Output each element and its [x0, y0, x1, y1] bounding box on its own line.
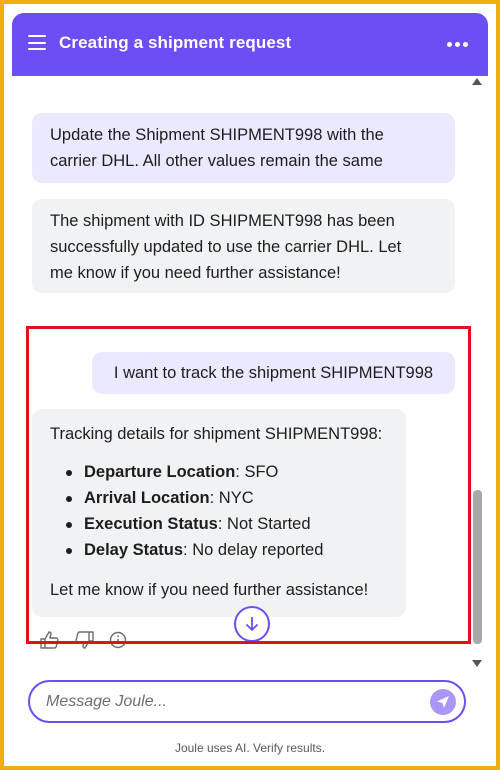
- message-line: successfully updated to use the carrier …: [50, 238, 402, 256]
- message-input[interactable]: [46, 692, 416, 712]
- send-icon: [437, 696, 449, 708]
- message-line: The shipment with ID SHIPMENT998 has bee…: [50, 212, 395, 230]
- header-title: Creating a shipment request: [59, 33, 292, 52]
- message-line: Update the Shipment SHIPMENT998 with the: [50, 126, 384, 144]
- joule-window: Creating a shipment request Update the S…: [4, 4, 496, 766]
- header: Creating a shipment request: [12, 13, 488, 76]
- highlight-box: [26, 326, 471, 644]
- scrollbar-thumb[interactable]: [473, 490, 482, 644]
- ai-disclaimer: Joule uses AI. Verify results.: [174, 741, 326, 755]
- message-line: me know if you need further assistance!: [50, 264, 341, 282]
- menu-icon[interactable]: [28, 35, 46, 50]
- chat-area[interactable]: Update the Shipment SHIPMENT998 with the…: [12, 76, 488, 668]
- message-line: carrier DHL. All other values remain the…: [50, 152, 383, 170]
- assistant-message: The shipment with ID SHIPMENT998 has bee…: [32, 199, 455, 293]
- scroll-up-arrow[interactable]: [472, 78, 482, 85]
- user-message: Update the Shipment SHIPMENT998 with the…: [32, 113, 455, 183]
- scroll-down-arrow[interactable]: [472, 660, 482, 667]
- send-button[interactable]: [430, 689, 456, 715]
- more-icon[interactable]: [447, 42, 468, 47]
- message-composer[interactable]: [28, 680, 466, 723]
